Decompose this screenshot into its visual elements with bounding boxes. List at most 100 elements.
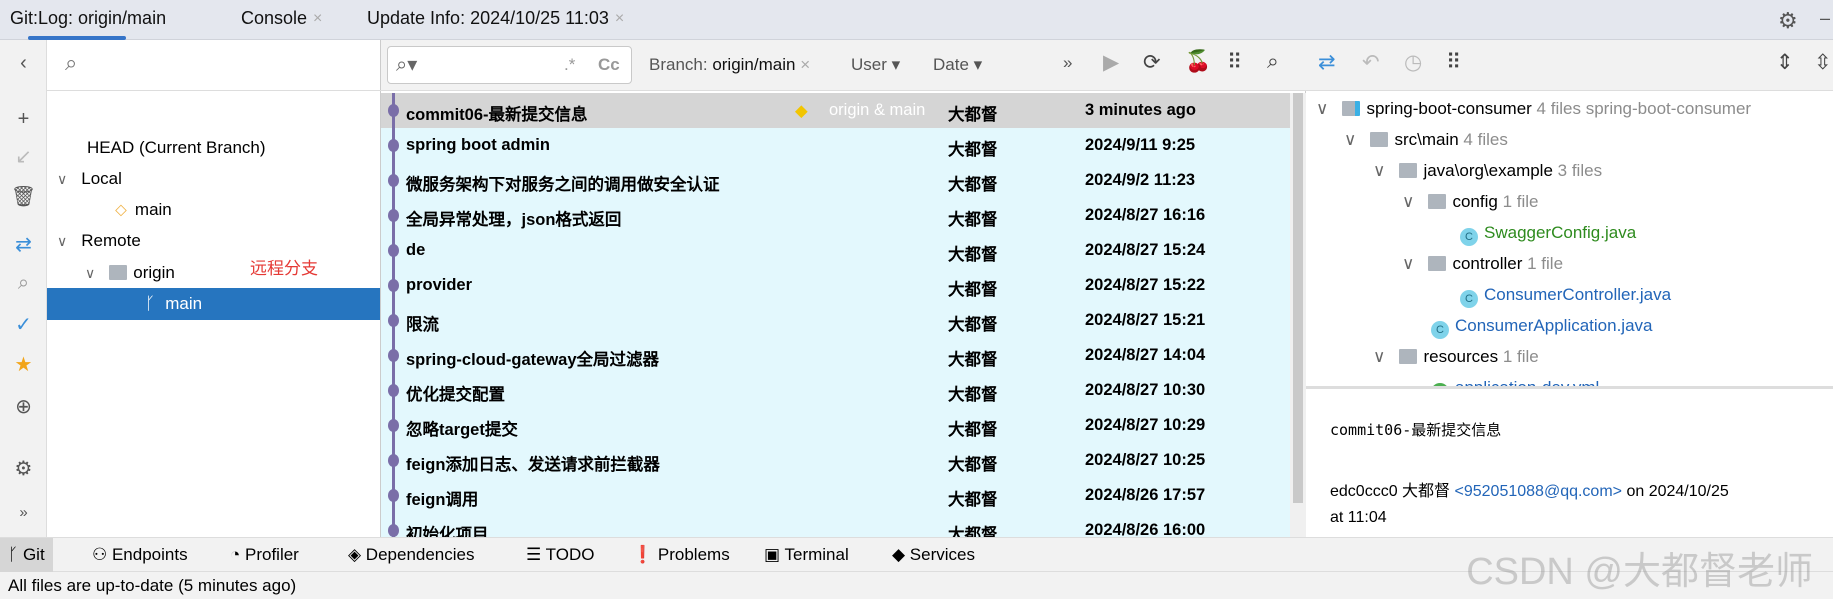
branch-label: origin xyxy=(133,263,175,282)
tool-tab-endpoints[interactable]: ⚇ Endpoints xyxy=(84,538,196,572)
tool-tab-services[interactable]: ◆ Services xyxy=(884,538,983,572)
git-label: Git: xyxy=(10,8,39,28)
close-icon[interactable]: × xyxy=(615,10,624,28)
commit-subject: de xyxy=(406,241,426,259)
tree-node-module[interactable]: ∨ spring-boot-consumer 4 files spring-boo… xyxy=(1316,93,1751,124)
branch-group-local[interactable]: ∨ Local xyxy=(57,163,122,194)
tab-update-info[interactable]: Update Info: 2024/10/25 11:03 × xyxy=(367,8,624,29)
author-email-link[interactable]: <952051088@qq.com> xyxy=(1455,483,1622,500)
branch-icon: ᚴ xyxy=(145,294,156,313)
commit-subject: 微服务架构下对服务之间的调用做安全认证 xyxy=(406,176,720,194)
tree-node-folder[interactable]: ∨ java\org\example 3 files xyxy=(1373,155,1602,186)
log-filter-input[interactable]: ⌕▾ .* Cc xyxy=(387,46,632,84)
refresh-icon[interactable]: ⟳ xyxy=(1143,50,1161,75)
branch-origin-main[interactable]: ᚴ main xyxy=(47,288,380,320)
tree-node-folder[interactable]: ∨ resources 1 file xyxy=(1373,341,1539,372)
commit-row[interactable]: spring boot admin 大都督 2024/9/11 9:25 xyxy=(381,128,1290,163)
revert-icon[interactable]: ↶ xyxy=(1362,50,1380,75)
node-count: 3 files xyxy=(1557,161,1603,180)
branch-filter[interactable]: Branch: origin/main × xyxy=(649,55,810,75)
more-icon[interactable]: » xyxy=(0,504,47,521)
gear-icon[interactable]: ⚙ xyxy=(1778,8,1798,34)
match-case-toggle[interactable]: Cc xyxy=(598,55,620,75)
node-name: application-dev.yml xyxy=(1455,378,1599,386)
branch-label: Local xyxy=(81,169,122,188)
minimize-icon[interactable]: – xyxy=(1820,8,1830,29)
tool-tab-problems[interactable]: ❗ Problems xyxy=(624,538,738,572)
commit-date: 2024/8/27 15:22 xyxy=(1085,276,1206,294)
star-icon[interactable]: ★ xyxy=(0,352,47,377)
tree-node-folder[interactable]: ∨ controller 1 file xyxy=(1402,248,1563,279)
branch-group-remote[interactable]: ∨ Remote xyxy=(57,225,141,256)
collapse-all-icon[interactable]: ⇳ xyxy=(1814,50,1832,75)
commit-row[interactable]: 全局异常处理，json格式返回 大都督 2024/8/27 16:16 xyxy=(381,198,1290,233)
cherry-pick-icon[interactable]: 🍒 xyxy=(1185,50,1211,74)
branch-local-main[interactable]: ⬦ main xyxy=(115,194,172,225)
changed-files-tree: ∨ spring-boot-consumer 4 files spring-boo… xyxy=(1306,93,1833,386)
navigate-icon[interactable]: ⊕ xyxy=(0,394,47,419)
profiler-icon: ◔ xyxy=(230,545,245,564)
more-actions[interactable]: » xyxy=(1063,53,1072,73)
node-path: spring-boot-consumer xyxy=(1585,99,1752,118)
endpoints-icon: ⚇ xyxy=(92,545,112,564)
commit-row[interactable]: 微服务架构下对服务之间的调用做安全认证 大都督 2024/9/2 11:23 xyxy=(381,163,1290,198)
tree-file[interactable]: C SwaggerConfig.java xyxy=(1460,217,1636,248)
view-options-icon[interactable]: ⠿ xyxy=(1446,50,1461,75)
back-icon[interactable]: ‹ xyxy=(0,52,47,75)
tree-node-folder[interactable]: ∨ config 1 file xyxy=(1402,186,1538,217)
commit-row[interactable]: 初始化项目 大都督 2024/8/26 16:00 xyxy=(381,513,1290,537)
tree-file[interactable]: C ConsumerApplication.java xyxy=(1431,310,1653,341)
tab-console[interactable]: Console × xyxy=(241,8,322,29)
add-icon[interactable]: + xyxy=(0,108,47,131)
tab-label: Endpoints xyxy=(111,545,188,564)
tree-node-folder[interactable]: ∨ src\main 4 files xyxy=(1344,124,1508,155)
commit-row[interactable]: feign调用 大都督 2024/8/26 17:57 xyxy=(381,478,1290,513)
scrollbar-thumb[interactable] xyxy=(1293,93,1303,503)
close-icon[interactable]: × xyxy=(800,55,810,74)
merge-icon[interactable]: ⇄ xyxy=(0,232,47,257)
commit-author: 大都督 xyxy=(948,491,998,509)
settings-icon[interactable]: ⚙ xyxy=(0,456,47,481)
branch-origin[interactable]: ∨ origin xyxy=(85,257,175,288)
tool-tab-dependencies[interactable]: ◈ Dependencies xyxy=(340,538,483,572)
commit-hash[interactable]: edc0ccc0 xyxy=(1330,483,1398,500)
commit-author: 大都督 xyxy=(948,141,998,159)
search-icon[interactable]: ⌕ xyxy=(1267,50,1279,74)
regex-toggle[interactable]: .* xyxy=(564,55,575,75)
commit-row[interactable]: feign添加日志、发送请求前拦截器 大都督 2024/8/27 10:25 xyxy=(381,443,1290,478)
expand-all-icon[interactable]: ⇕ xyxy=(1776,50,1794,75)
status-text: All files are up-to-date (5 minutes ago) xyxy=(8,576,297,595)
user-filter[interactable]: User ▾ xyxy=(851,55,900,75)
commit-row[interactable]: 限流 大都督 2024/8/27 15:21 xyxy=(381,303,1290,338)
tool-tab-git[interactable]: ᚴ Git xyxy=(0,538,53,572)
commit-row[interactable]: 优化提交配置 大都督 2024/8/27 10:30 xyxy=(381,373,1290,408)
commit-row[interactable]: 忽略target提交 大都督 2024/8/27 10:29 xyxy=(381,408,1290,443)
close-icon[interactable]: × xyxy=(313,10,322,28)
view-options-icon[interactable]: ⠿ xyxy=(1227,50,1242,75)
commit-date: 2024/9/11 9:25 xyxy=(1085,136,1196,154)
checkout-icon[interactable]: ↙ xyxy=(0,144,47,169)
compare-icon[interactable]: ⇄ xyxy=(1318,50,1336,75)
tool-tab-todo[interactable]: ☰ TODO xyxy=(518,538,602,572)
tool-tab-profiler[interactable]: ◔ Profiler xyxy=(222,538,307,572)
commit-row[interactable]: spring-cloud-gateway全局过滤器 大都督 2024/8/27 … xyxy=(381,338,1290,373)
search-icon[interactable]: ⌕ xyxy=(0,272,47,295)
chevron-down-icon: ∨ xyxy=(1373,161,1386,180)
tree-file[interactable]: ⏻application-dev.yml xyxy=(1431,372,1599,386)
commit-row[interactable]: de 大都督 2024/8/27 15:24 xyxy=(381,233,1290,268)
folder-icon xyxy=(1399,349,1418,364)
commit-row[interactable]: commit06-最新提交信息 大都督 3 minutes ago ◆ origin… xyxy=(381,93,1290,128)
play-icon[interactable]: ▶ xyxy=(1103,50,1119,75)
branch-search-input[interactable]: ⌕ xyxy=(47,40,381,91)
update-icon[interactable]: ✓ xyxy=(0,312,47,337)
tree-file[interactable]: C ConsumerController.java xyxy=(1460,279,1671,310)
branch-head[interactable]: HEAD (Current Branch) xyxy=(87,132,266,163)
tab-label: Git xyxy=(22,545,45,564)
commit-row[interactable]: provider 大都督 2024/8/27 15:22 xyxy=(381,268,1290,303)
history-icon[interactable]: ◷ xyxy=(1404,50,1422,75)
tool-tab-terminal[interactable]: ▣ Terminal xyxy=(756,538,857,572)
node-count: 4 files xyxy=(1463,130,1508,149)
date-filter[interactable]: Date ▾ xyxy=(933,55,982,75)
tab-log[interactable]: Log: origin/main xyxy=(38,8,166,29)
delete-icon[interactable]: 🗑 xyxy=(0,184,47,209)
